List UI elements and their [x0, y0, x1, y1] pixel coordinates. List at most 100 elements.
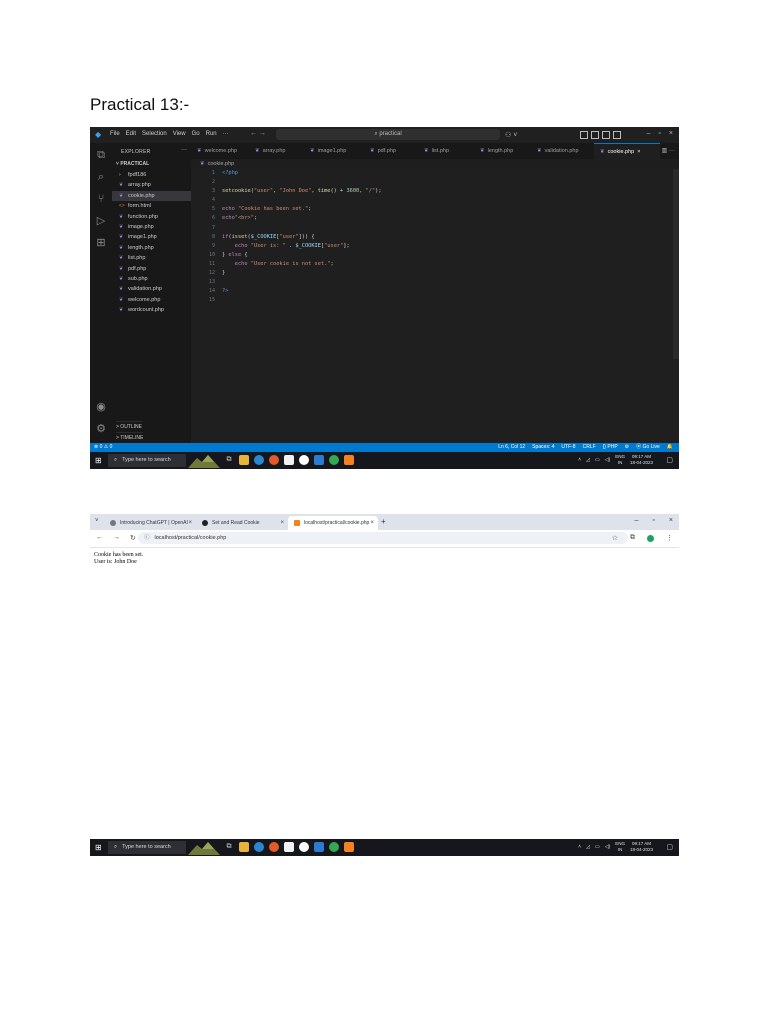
browser-tab[interactable]: Set and Read Cookie × [196, 516, 288, 530]
code-line[interactable]: } [222, 269, 382, 278]
forward-icon[interactable]: → [113, 534, 120, 542]
file-item[interactable]: ❦ function.php [112, 212, 191, 222]
search-icon[interactable]: ⌕ [95, 171, 107, 183]
menu-file[interactable]: File [110, 131, 120, 137]
editor-actions[interactable]: ▥ ··· [662, 147, 675, 154]
file-item[interactable]: ❦ validation.php [112, 284, 191, 294]
panel-toggle-icon[interactable] [602, 131, 610, 139]
editor-tab-active[interactable]: ❦ cookie.php × [594, 143, 660, 160]
code-line[interactable]: echo "User cookie is not set."; [222, 260, 382, 269]
code-editor[interactable]: 123456789101112131415 <?php​setcookie("u… [191, 169, 679, 443]
file-item[interactable]: ❦ image1.php [112, 232, 191, 242]
task-view-icon[interactable]: ⧉ [224, 455, 234, 465]
file-item[interactable]: ❦ welcome.php [112, 295, 191, 305]
layout-icon[interactable] [580, 131, 588, 139]
secondary-sidebar-icon[interactable] [613, 131, 621, 139]
reload-icon[interactable]: ↻ [130, 534, 136, 542]
language-indicator[interactable]: ENG IN [615, 841, 625, 853]
file-item[interactable]: ❦ wordcount.php [112, 305, 191, 315]
editor-tab[interactable]: ❦ array.php [249, 143, 310, 159]
weather-widget-icon[interactable] [188, 453, 220, 468]
clock[interactable]: 09:17 AM 18-04-2023 [630, 454, 653, 466]
extensions-icon[interactable]: ⧉ [630, 534, 635, 542]
nav-arrows[interactable]: ← → [250, 130, 266, 137]
editor-tab[interactable]: ❦ welcome.php [191, 143, 255, 159]
menu-view[interactable]: View [173, 131, 186, 137]
tab-close-icon[interactable]: × [188, 516, 192, 530]
code-line[interactable]: } else { [222, 251, 382, 260]
code-line[interactable]: ​ [222, 224, 382, 233]
xampp-icon[interactable] [344, 842, 354, 852]
status-problems[interactable]: ⊗ 0 ⚠ 0 [94, 443, 112, 452]
tray-chevron-icon[interactable]: ˄ [578, 844, 581, 850]
tab-close-icon[interactable]: × [637, 149, 640, 155]
command-center-search[interactable]: ⌕ practical [276, 129, 500, 140]
xampp-icon[interactable] [344, 455, 354, 465]
file-explorer-icon[interactable] [239, 455, 249, 465]
weather-widget-icon[interactable] [188, 840, 220, 855]
status-item[interactable]: ⦿ Go Live [636, 443, 660, 452]
status-item[interactable]: ⚙ [625, 443, 629, 452]
tray-chevron-icon[interactable]: ˄ [578, 457, 581, 463]
task-view-icon[interactable]: ⧉ [224, 842, 234, 852]
battery-icon[interactable]: ▭ [595, 457, 600, 463]
vscode-taskbar-icon[interactable] [314, 455, 324, 465]
minimize-icon[interactable]: – [635, 517, 639, 524]
firefox-icon[interactable] [269, 455, 279, 465]
notification-icon[interactable]: ▢ [666, 456, 673, 464]
file-item[interactable]: › fpdf186 [112, 170, 191, 180]
file-item[interactable]: ❦ array.php [112, 180, 191, 190]
menu-run[interactable]: Run [206, 131, 217, 137]
github-icon[interactable] [299, 842, 309, 852]
github-icon[interactable] [299, 455, 309, 465]
menu-dots-icon[interactable]: ⋮ [666, 534, 673, 542]
notification-icon[interactable]: ▢ [666, 843, 673, 851]
code-line[interactable]: ​ [222, 178, 382, 187]
code-line[interactable]: setcookie("user", "John Doe", time() + 3… [222, 187, 382, 196]
store-icon[interactable] [284, 455, 294, 465]
sidebar-toggle-icon[interactable] [591, 131, 599, 139]
editor-tab[interactable]: ❦ list.php [418, 143, 480, 159]
project-folder[interactable]: ˅ PRACTICAL [116, 161, 149, 167]
status-item[interactable]: 🔔 [667, 443, 673, 452]
breadcrumb[interactable]: ❦ cookie.php [200, 161, 234, 167]
editor-tab[interactable]: ❦ image1.php [304, 143, 370, 159]
run-debug-icon[interactable]: ▷ [95, 215, 107, 227]
status-item[interactable]: Spaces: 4 [532, 443, 554, 452]
code-line[interactable]: ​ [222, 278, 382, 287]
windows-start-icon[interactable]: ⊞ [95, 456, 102, 465]
edge-icon[interactable] [254, 455, 264, 465]
bookmark-star-icon[interactable]: ☆ [612, 534, 618, 542]
file-explorer-icon[interactable] [239, 842, 249, 852]
explorer-more-icon[interactable]: ··· [181, 147, 187, 153]
code-line[interactable]: echo"<br>"; [222, 214, 382, 223]
code-line[interactable]: echo "User is: " . $_COOKIE["user"]; [222, 242, 382, 251]
file-item[interactable]: ❦ sub.php [112, 274, 191, 284]
new-tab-icon[interactable]: + [381, 517, 386, 526]
code-content[interactable]: <?php​setcookie("user", "John Doe", time… [222, 169, 382, 305]
clock[interactable]: 09:17 AM 18-04-2023 [630, 841, 653, 853]
menu-edit[interactable]: Edit [126, 131, 136, 137]
copilot-icon[interactable]: ⚇ ˅ [505, 131, 517, 139]
extensions-icon[interactable]: ⊞ [95, 237, 107, 249]
editor-tab[interactable]: ❦ validation.php [531, 143, 600, 159]
close-icon[interactable]: × [669, 130, 673, 137]
tab-close-icon[interactable]: × [280, 516, 284, 530]
editor-tab[interactable]: ❦ pdf.php [364, 143, 424, 159]
code-line[interactable]: ​ [222, 296, 382, 305]
timeline-section[interactable]: > TIMELINE [116, 432, 144, 443]
status-item[interactable]: CRLF [583, 443, 596, 452]
address-bar[interactable]: ⓘ localhost/practical/cookie.php [138, 532, 628, 544]
file-item[interactable]: ❦ list.php [112, 253, 191, 263]
browser-tab[interactable]: Introducing ChatGPT | OpenAI × [104, 516, 196, 530]
code-line[interactable]: if(isset($_COOKIE["user"])) { [222, 233, 382, 242]
battery-icon[interactable]: ▭ [595, 844, 600, 850]
editor-tab[interactable]: ❦ length.php [474, 143, 537, 159]
file-item[interactable]: ❦ pdf.php [112, 264, 191, 274]
menu-selection[interactable]: Selection [142, 131, 167, 137]
code-line[interactable]: ?> [222, 287, 382, 296]
file-item[interactable]: <> form.html [112, 201, 191, 211]
chrome-icon[interactable] [329, 455, 339, 465]
menu-go[interactable]: Go [192, 131, 200, 137]
status-item[interactable]: {} PHP [603, 443, 618, 452]
